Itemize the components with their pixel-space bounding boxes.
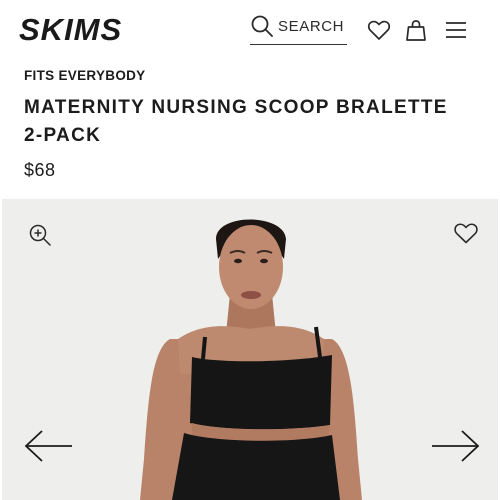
hamburger-menu-icon[interactable]	[444, 18, 468, 42]
brand-logo[interactable]: SKIMS	[19, 13, 133, 45]
heart-icon[interactable]	[367, 18, 391, 42]
shopping-bag-icon[interactable]	[404, 18, 428, 42]
product-photo	[2, 199, 498, 500]
product-collection-label: FITS EVERYBODY	[24, 68, 146, 83]
zoom-in-icon[interactable]	[28, 223, 52, 247]
site-header: SKIMS SEARCH	[0, 0, 500, 58]
brand-logo-text: SKIMS	[19, 13, 122, 45]
product-image-gallery[interactable]	[2, 199, 498, 500]
search-label: SEARCH	[278, 18, 345, 35]
product-price: $68	[24, 160, 56, 180]
product-title: MATERNITY NURSING SCOOP BRALETTE 2-PACK	[24, 97, 448, 146]
wishlist-heart-icon[interactable]	[453, 221, 479, 245]
search-field[interactable]: SEARCH	[250, 14, 347, 45]
search-icon	[251, 15, 273, 37]
arrow-left-icon[interactable]	[24, 429, 74, 463]
arrow-right-icon[interactable]	[430, 429, 480, 463]
